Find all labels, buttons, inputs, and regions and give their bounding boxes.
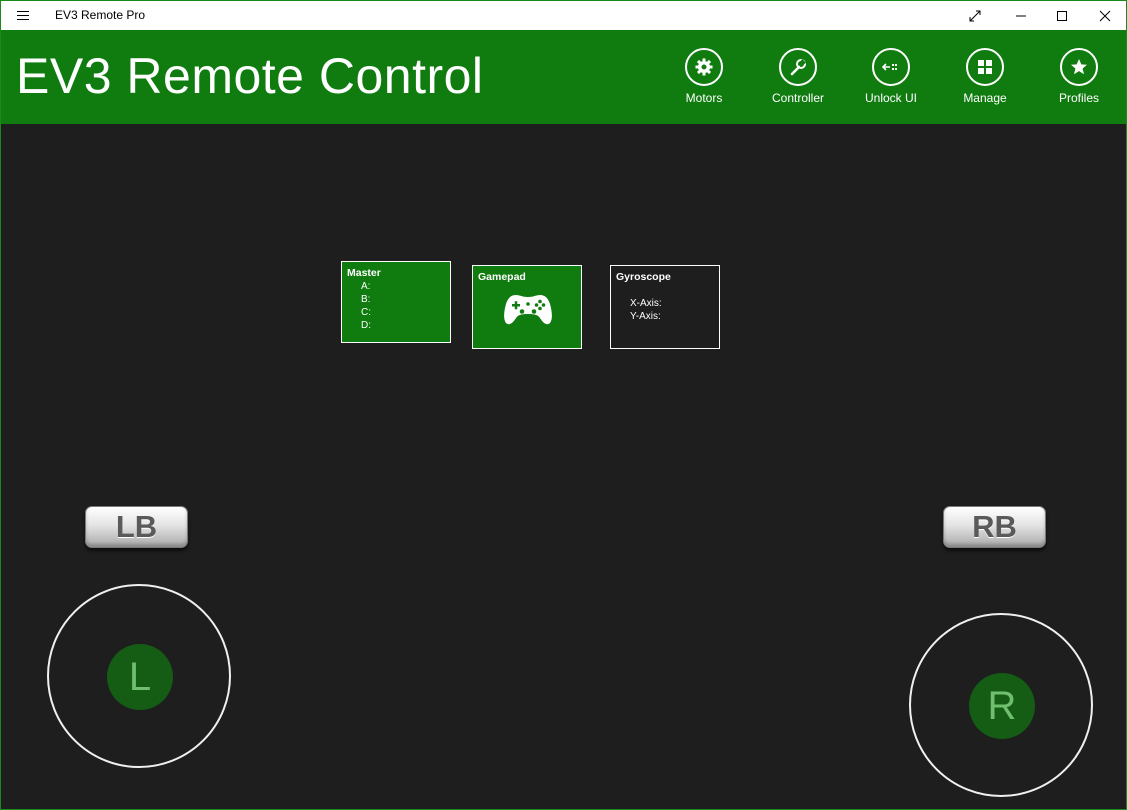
wrench-icon bbox=[779, 48, 817, 86]
master-tile-title: Master bbox=[347, 267, 381, 279]
gyroscope-axes: X-Axis: Y-Axis: bbox=[630, 297, 662, 323]
gear-icon bbox=[685, 48, 723, 86]
controller-button[interactable]: Controller bbox=[758, 48, 838, 110]
header-bar: EV3 Remote Control Motors Controller Unl… bbox=[1, 30, 1126, 124]
port-c-label: C: bbox=[361, 307, 371, 318]
hamburger-menu-icon[interactable] bbox=[11, 5, 35, 25]
y-axis-label: Y-Axis: bbox=[630, 311, 661, 322]
rb-button[interactable]: RB bbox=[943, 506, 1046, 548]
window-title: EV3 Remote Pro bbox=[55, 8, 146, 22]
gamepad-tile-title: Gamepad bbox=[478, 271, 526, 283]
unlock-ui-button[interactable]: Unlock UI bbox=[851, 48, 931, 110]
port-b-label: B: bbox=[361, 294, 371, 305]
profiles-button[interactable]: Profiles bbox=[1039, 48, 1119, 110]
maximize-icon[interactable] bbox=[1039, 1, 1085, 30]
right-joystick-knob[interactable]: R bbox=[969, 673, 1035, 739]
app-window: EV3 Remote Pro EV3 Remote Control Motors… bbox=[0, 0, 1127, 810]
x-axis-label: X-Axis: bbox=[630, 298, 662, 309]
close-icon[interactable] bbox=[1082, 1, 1126, 30]
star-icon bbox=[1060, 48, 1098, 86]
left-joystick[interactable]: L bbox=[47, 584, 231, 768]
motors-button[interactable]: Motors bbox=[664, 48, 744, 110]
unlock-ui-label: Unlock UI bbox=[864, 91, 917, 105]
master-tile[interactable]: Master A: B: C: D: bbox=[341, 261, 451, 343]
manage-label: Manage bbox=[963, 91, 1007, 105]
gyroscope-tile[interactable]: Gyroscope X-Axis: Y-Axis: bbox=[610, 265, 720, 349]
gyroscope-tile-title: Gyroscope bbox=[616, 271, 671, 283]
motors-label: Motors bbox=[685, 91, 723, 105]
lb-button[interactable]: LB bbox=[85, 506, 188, 548]
title-bar: EV3 Remote Pro bbox=[1, 1, 1126, 30]
manage-button[interactable]: Manage bbox=[945, 48, 1025, 110]
gamepad-icon bbox=[503, 292, 553, 329]
port-a-label: A: bbox=[361, 281, 371, 292]
expand-icon[interactable] bbox=[952, 1, 998, 30]
unlock-icon bbox=[872, 48, 910, 86]
left-joystick-knob[interactable]: L bbox=[107, 644, 173, 710]
minimize-icon[interactable] bbox=[998, 1, 1044, 30]
controller-label: Controller bbox=[771, 91, 825, 105]
port-d-label: D: bbox=[361, 320, 371, 331]
page-title: EV3 Remote Control bbox=[16, 48, 484, 104]
master-ports: A: B: C: D: bbox=[361, 280, 371, 332]
gamepad-tile[interactable]: Gamepad bbox=[472, 265, 582, 349]
grid-icon bbox=[966, 48, 1004, 86]
right-joystick[interactable]: R bbox=[909, 613, 1093, 797]
profiles-label: Profiles bbox=[1058, 91, 1099, 105]
